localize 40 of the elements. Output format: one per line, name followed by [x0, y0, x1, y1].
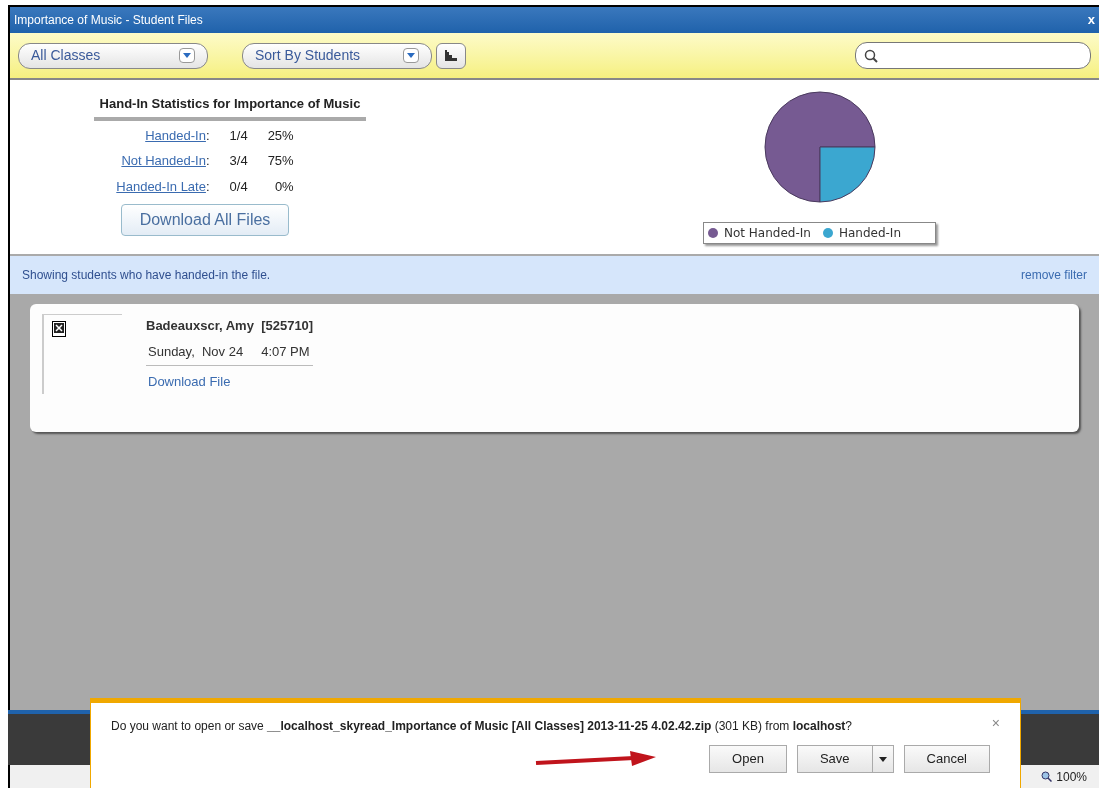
download-message: Do you want to open or save __localhost_skyread_Importance of Music [All Classes] 2013-11-25 4.02.42.zip (301 KB) from localhost? [111, 718, 853, 735]
search-field[interactable] [855, 42, 1091, 69]
download-all-button[interactable]: Download All Files [120, 204, 290, 236]
zoom-level: 100% [1056, 768, 1087, 786]
stat-percent: 25% [267, 126, 294, 145]
dialog-button[interactable]: Open [709, 745, 787, 773]
colon: : [205, 153, 210, 168]
stat-count: 0/4 [229, 177, 248, 196]
stat-link[interactable]: Not Handed-In [121, 153, 206, 168]
download-file-link[interactable]: Download File [146, 372, 231, 392]
dropdown-arrow-icon [403, 48, 419, 63]
stat-count: 1/4 [229, 126, 248, 145]
colon: : [205, 178, 210, 194]
close-button[interactable]: × [991, 713, 1000, 735]
stat-percent: 0% [273, 177, 294, 196]
class-dropdown[interactable]: All Classes [18, 42, 208, 69]
stats-title: Hand-In Statistics for Importance of Music [93, 94, 367, 121]
hand-in-date: Sunday, Nov 24 [148, 342, 244, 361]
search-icon [864, 48, 878, 63]
hand-in-time: 4:07 PM [261, 342, 310, 361]
stat-link[interactable]: Handed-In Late [116, 178, 206, 194]
close-button[interactable]: x [1087, 10, 1095, 30]
legend-label: Not Handed-In [724, 225, 811, 242]
dropdown-arrow-icon [179, 48, 195, 63]
broken-image-icon [52, 321, 66, 337]
sort-dropdown[interactable]: Sort By Students [242, 42, 432, 69]
dialog-button[interactable]: Save [796, 745, 894, 773]
stat-count: 3/4 [229, 152, 248, 170]
student-name: Badeauxscr, Amy [525710] [146, 317, 314, 335]
colon: : [205, 127, 210, 143]
legend-label: Handed-In [838, 225, 901, 242]
chart-toggle-button[interactable] [436, 42, 466, 69]
chart-icon [444, 49, 458, 62]
zoom-icon [1041, 771, 1053, 782]
remove-filter-link[interactable]: remove filter [1020, 266, 1087, 284]
window-title: Importance of Music - Student Files [14, 12, 203, 29]
stat-percent: 75% [267, 152, 294, 170]
filter-message: Showing students who have handed-in the file. [22, 267, 271, 284]
dialog-button[interactable]: Cancel [903, 745, 990, 773]
stat-link[interactable]: Handed-In [145, 127, 206, 143]
